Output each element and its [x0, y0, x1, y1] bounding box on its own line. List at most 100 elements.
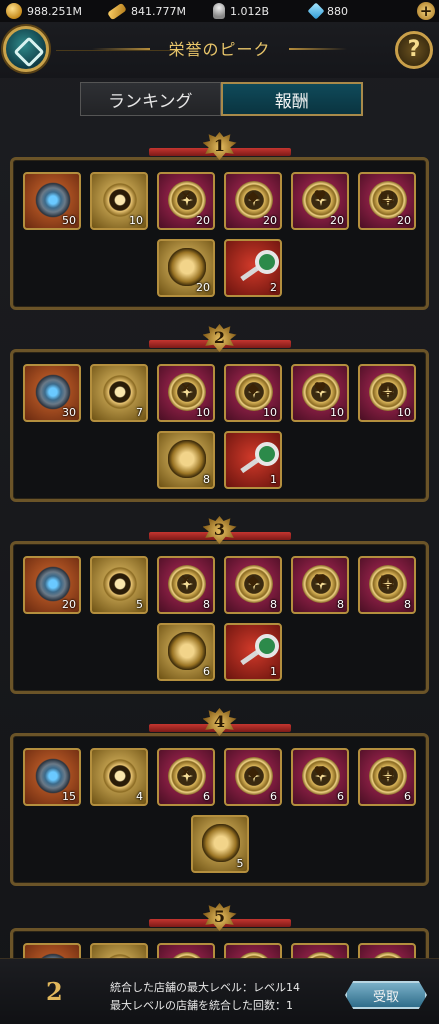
- rank-number: 2: [213, 328, 226, 347]
- title-ornament-right: [289, 48, 347, 50]
- reward-item[interactable]: 50: [23, 172, 81, 230]
- reward-item[interactable]: ▤ 8: [358, 556, 416, 614]
- reward-item[interactable]: 15: [23, 748, 81, 806]
- book-medal-glyph: ▤: [379, 187, 395, 205]
- rank-number: 1: [213, 136, 226, 155]
- claim-button[interactable]: 受取: [345, 981, 427, 1009]
- reward-item[interactable]: ✕ 20: [157, 172, 215, 230]
- reward-quantity: 7: [136, 406, 143, 419]
- heart-medal-glyph: ♥: [313, 379, 327, 397]
- reward-item[interactable]: ◆ 6: [224, 748, 282, 806]
- reward-item[interactable]: ✕ 6: [157, 748, 215, 806]
- my-rank: 2: [46, 977, 63, 1006]
- rank-reward-section: 2 30 7 ✕ 10 ◆ 10 ♥ 10 ▤ 10 8 1: [10, 324, 429, 502]
- heart-medal-glyph: ♥: [313, 187, 327, 205]
- reward-item[interactable]: ♥ 20: [291, 172, 349, 230]
- reward-item[interactable]: ♥ 10: [291, 364, 349, 422]
- reward-quantity: 8: [337, 598, 344, 611]
- reward-item[interactable]: 6: [157, 623, 215, 681]
- compass-icon: [101, 757, 139, 795]
- swords-medal-glyph: ✕: [179, 379, 193, 397]
- reward-quantity: 1: [270, 473, 277, 486]
- reward-item[interactable]: 10: [90, 172, 148, 230]
- reward-item[interactable]: ✕ 8: [157, 556, 215, 614]
- reward-quantity: 20: [196, 214, 210, 227]
- rank-badge: 2: [148, 324, 291, 352]
- add-currency-button[interactable]: +: [417, 2, 435, 20]
- book-medal-glyph: ▤: [379, 571, 395, 589]
- reward-item[interactable]: ✕ 10: [157, 364, 215, 422]
- reward-quantity: 6: [203, 665, 210, 678]
- handshake-medal-glyph: ◆: [247, 379, 259, 397]
- helmet-icon: [213, 3, 225, 19]
- reward-quantity: 4: [136, 790, 143, 803]
- reward-item[interactable]: 7: [90, 364, 148, 422]
- reward-item[interactable]: ♥ 8: [291, 556, 349, 614]
- swords-medal-glyph: ✕: [179, 187, 193, 205]
- reward-quantity: 20: [263, 214, 277, 227]
- rank-badge: 4: [148, 708, 291, 736]
- reward-item[interactable]: ◆ 8: [224, 556, 282, 614]
- diamond-currency: 880: [307, 0, 348, 22]
- tab-bar: ランキング 報酬: [80, 82, 363, 116]
- key-icon: [235, 632, 279, 670]
- tab-ranking[interactable]: ランキング: [80, 82, 221, 116]
- help-icon[interactable]: ?: [395, 31, 433, 69]
- rank-badge: 3: [148, 516, 291, 544]
- reward-quantity: 20: [330, 214, 344, 227]
- key-icon: [235, 248, 279, 286]
- reward-quantity: 10: [397, 406, 411, 419]
- reward-item[interactable]: 1: [224, 431, 282, 489]
- banknote-icon: [107, 2, 127, 20]
- reward-quantity: 5: [136, 598, 143, 611]
- rank-badge: 1: [148, 132, 291, 160]
- swords-medal-glyph: ✕: [179, 763, 193, 781]
- reward-quantity: 20: [397, 214, 411, 227]
- reward-quantity: 8: [404, 598, 411, 611]
- reward-quantity: 6: [270, 790, 277, 803]
- reward-item[interactable]: ♥ 6: [291, 748, 349, 806]
- max-level-text: 統合した店舗の最大レベル：レベル14: [110, 981, 300, 994]
- reward-item[interactable]: 8: [157, 431, 215, 489]
- reward-quantity: 10: [196, 406, 210, 419]
- handshake-medal-glyph: ◆: [247, 571, 259, 589]
- helmet-currency: 1.012B: [213, 0, 269, 22]
- rank-reward-section: 4 15 4 ✕ 6 ◆ 6 ♥ 6 ▤ 6 5: [10, 708, 429, 886]
- reward-quantity: 1: [270, 665, 277, 678]
- reward-item[interactable]: ▤ 10: [358, 364, 416, 422]
- reward-quantity: 8: [203, 598, 210, 611]
- reward-item[interactable]: 20: [157, 239, 215, 297]
- crest-icon: [201, 824, 240, 862]
- rank-number: 3: [213, 520, 226, 539]
- reward-quantity: 6: [337, 790, 344, 803]
- reward-quantity: 50: [62, 214, 76, 227]
- currency-bar: 988.251M 841.777M 1.012B 880 +: [0, 0, 439, 22]
- reward-item[interactable]: 2: [224, 239, 282, 297]
- reward-item[interactable]: 5: [190, 815, 249, 873]
- cash-currency: 841.777M: [107, 0, 186, 22]
- reward-quantity: 30: [62, 406, 76, 419]
- tab-rewards[interactable]: 報酬: [220, 82, 363, 116]
- reward-item[interactable]: ▤ 6: [358, 748, 416, 806]
- reward-item[interactable]: ◆ 20: [224, 172, 282, 230]
- rank-info: 統合した店舗の最大レベル：レベル14 最大レベルの店舗を統合した回数：1: [110, 979, 300, 1015]
- diamond-amount: 880: [327, 4, 348, 18]
- rank-reward-section: 3 20 5 ✕ 8 ◆ 8 ♥ 8 ▤ 8 6 1: [10, 516, 429, 694]
- reward-item[interactable]: ▤ 20: [358, 172, 416, 230]
- heart-medal-glyph: ♥: [313, 571, 327, 589]
- handshake-medal-glyph: ◆: [247, 187, 259, 205]
- coin-icon: [6, 3, 22, 19]
- reward-item[interactable]: 4: [90, 748, 148, 806]
- swords-medal-glyph: ✕: [179, 571, 193, 589]
- reward-item[interactable]: 5: [90, 556, 148, 614]
- reward-quantity: 8: [270, 598, 277, 611]
- reward-quantity: 6: [404, 790, 411, 803]
- crest-icon: [168, 440, 206, 478]
- reward-item[interactable]: ◆ 10: [224, 364, 282, 422]
- reward-item[interactable]: 20: [23, 556, 81, 614]
- reward-quantity: 10: [129, 214, 143, 227]
- footer-panel: 2 統合した店舗の最大レベル：レベル14 最大レベルの店舗を統合した回数：1 受…: [0, 958, 439, 1024]
- reward-quantity: 20: [196, 281, 210, 294]
- reward-item[interactable]: 30: [23, 364, 81, 422]
- reward-item[interactable]: 1: [224, 623, 282, 681]
